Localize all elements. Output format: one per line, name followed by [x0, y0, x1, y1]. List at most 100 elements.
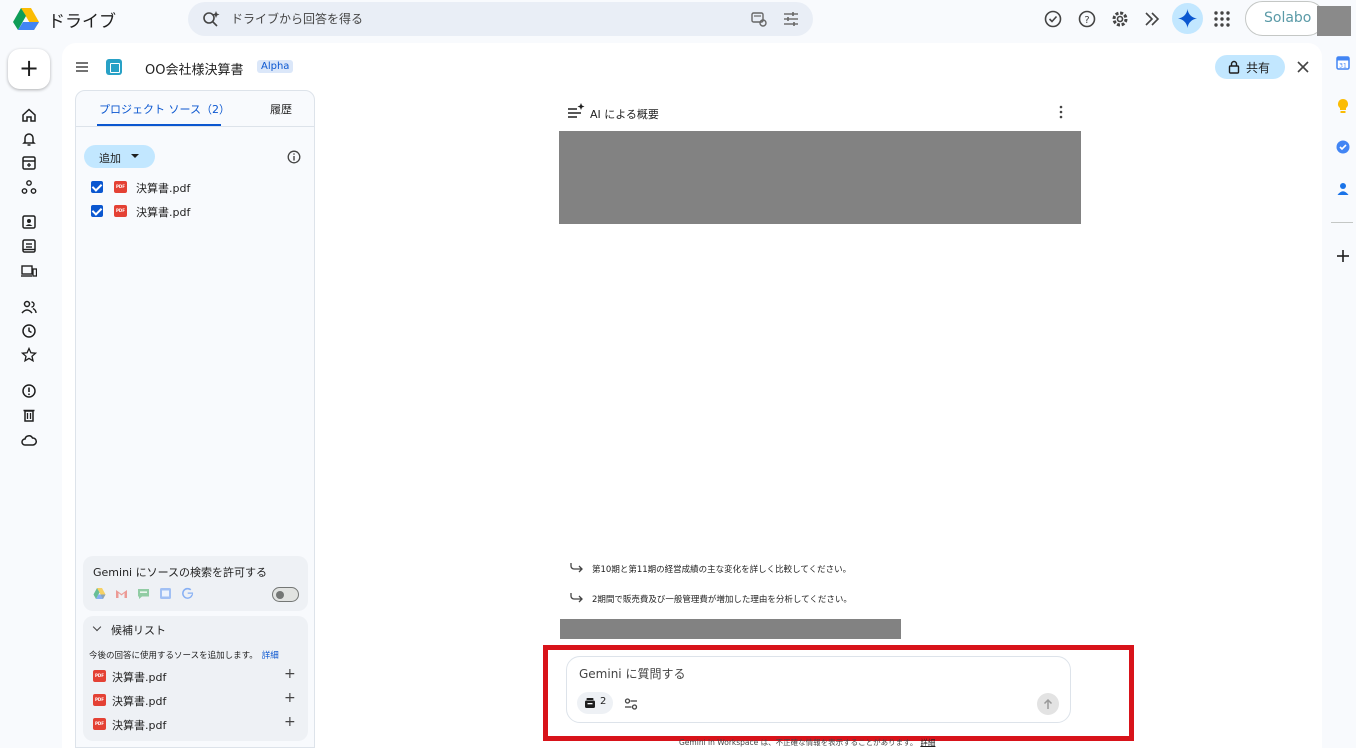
calendar-icon[interactable]: 31 — [1335, 55, 1351, 71]
chat-source-icon — [138, 589, 149, 599]
sources-stack-icon — [585, 698, 595, 708]
pdf-file-icon: PDF — [93, 718, 106, 730]
source-checkbox[interactable] — [91, 181, 103, 193]
disclaimer-text: Gemini in Workspace は、不正確な情報を表示することがあります… — [679, 738, 918, 747]
candidate-name: 決算書.pdf — [112, 695, 167, 708]
candidate-name: 決算書.pdf — [112, 719, 167, 732]
gemini-button[interactable] — [1172, 3, 1203, 34]
spam-icon[interactable] — [21, 383, 37, 399]
disclaimer-details-link[interactable]: 詳細 — [920, 738, 935, 747]
candidate-item: PDF 決算書.pdf + — [90, 690, 300, 708]
source-count: 2 — [600, 696, 607, 707]
pdf-file-icon: PDF — [114, 181, 127, 193]
account-switcher[interactable]: Solabo — [1245, 1, 1325, 36]
candidate-name: 決算書.pdf — [112, 671, 167, 684]
redacted-line — [560, 619, 901, 639]
settings-gear-icon[interactable] — [1110, 9, 1130, 29]
svg-text:?: ? — [1084, 15, 1089, 26]
tab-project-sources[interactable]: プロジェクト ソース（2） — [99, 101, 230, 117]
shared-drives-icon[interactable] — [21, 179, 37, 195]
computers-icon[interactable] — [21, 214, 37, 230]
notifications-bell-icon[interactable] — [21, 131, 37, 147]
my-drive-icon[interactable] — [21, 155, 37, 171]
contacts-icon[interactable] — [1335, 181, 1351, 197]
pdf-file-icon: PDF — [114, 205, 127, 217]
suggestion-text: 2期間で販売費及び一般管理費が増加した理由を分析してください。 — [592, 595, 852, 605]
gemini-star-icon — [1178, 9, 1197, 28]
trash-icon[interactable] — [21, 407, 37, 423]
candidate-details-link[interactable]: 詳細 — [262, 651, 279, 661]
right-rail-divider — [1331, 222, 1353, 223]
ai-summary-icon — [568, 103, 585, 118]
sources-chip[interactable]: 2 — [577, 692, 613, 714]
search-bar[interactable] — [188, 2, 813, 36]
redacted-summary — [559, 131, 1081, 224]
info-icon[interactable] — [287, 150, 301, 164]
pdf-file-icon: PDF — [93, 694, 106, 706]
tab-history[interactable]: 履歴 — [270, 101, 292, 117]
ask-gemini-input[interactable] — [579, 665, 979, 683]
keep-icon[interactable] — [1335, 98, 1351, 114]
share-button[interactable]: 共有 — [1215, 55, 1285, 79]
workspace-icon[interactable] — [21, 238, 37, 254]
tab-divider — [76, 126, 314, 127]
get-addons-plus-icon[interactable] — [1335, 248, 1351, 264]
search-options-icon[interactable] — [750, 10, 768, 28]
arrow-up-icon — [1043, 698, 1053, 709]
disclaimer: Gemini in Workspace は、不正確な情報を表示することがあります… — [679, 737, 935, 748]
close-icon[interactable] — [1296, 60, 1310, 74]
source-name: 決算書.pdf — [136, 206, 191, 219]
tasks-icon[interactable] — [1335, 139, 1351, 155]
candidate-desc-text: 今後の回答に使用するソースを追加します。 — [89, 651, 258, 661]
app-name: ドライブ — [48, 12, 116, 32]
candidate-description: 今後の回答に使用するソースを追加します。 詳細 — [89, 649, 279, 661]
starred-icon[interactable] — [21, 347, 37, 363]
apps-grid-icon[interactable] — [1212, 9, 1232, 29]
add-candidate-plus-icon[interactable]: + — [284, 714, 296, 730]
gmail-source-icon — [116, 590, 127, 598]
filter-icon[interactable] — [782, 10, 800, 28]
google-search-source-icon — [182, 587, 194, 599]
org-logo: Solabo — [1264, 10, 1312, 26]
dropdown-caret-icon — [131, 154, 139, 158]
add-candidate-plus-icon[interactable]: + — [284, 690, 296, 706]
source-name: 決算書.pdf — [136, 182, 191, 195]
search-input[interactable] — [231, 9, 731, 29]
storage-cloud-icon[interactable] — [21, 432, 37, 448]
share-label: 共有 — [1246, 61, 1271, 75]
new-button[interactable]: + — [8, 49, 50, 89]
pdf-file-icon: PDF — [93, 670, 106, 682]
lock-icon — [1228, 60, 1240, 74]
source-checkbox[interactable] — [91, 205, 103, 217]
devices-icon[interactable] — [21, 263, 37, 279]
gemini-search-permission-box: Gemini にソースの検索を許可する — [83, 556, 308, 611]
recent-clock-icon[interactable] — [21, 323, 37, 339]
tools-sliders-icon[interactable] — [624, 697, 638, 711]
candidate-title: 候補リスト — [111, 624, 166, 637]
help-icon[interactable]: ? — [1077, 9, 1097, 29]
drive-logo-icon[interactable] — [12, 6, 40, 32]
candidate-item: PDF 決算書.pdf + — [90, 666, 300, 684]
menu-icon[interactable] — [75, 60, 89, 74]
send-button[interactable] — [1037, 693, 1059, 715]
shared-with-me-icon[interactable] — [21, 299, 37, 315]
gemini-search-toggle[interactable] — [272, 587, 299, 602]
reply-arrow-icon — [570, 563, 583, 573]
more-vert-icon[interactable] — [1058, 105, 1064, 119]
add-source-button[interactable]: 追加 — [84, 145, 155, 168]
project-file-icon — [106, 59, 122, 75]
add-candidate-plus-icon[interactable]: + — [284, 666, 296, 682]
candidate-list-header[interactable]: 候補リスト — [92, 622, 192, 638]
gemini-prompt-box[interactable]: 2 — [566, 656, 1071, 723]
overview-title: AI による概要 — [590, 108, 659, 121]
avatar[interactable] — [1317, 6, 1351, 36]
gemini-search-label: Gemini にソースの検索を許可する — [93, 566, 268, 579]
reply-arrow-icon — [570, 593, 583, 603]
task-check-icon[interactable] — [1043, 9, 1063, 29]
suggestion-text: 第10期と第11期の経営成績の主な変化を詳しく比較してください。 — [592, 565, 852, 575]
drive-source-icon — [93, 588, 106, 599]
add-label: 追加 — [99, 152, 121, 165]
activity-chevrons-icon[interactable] — [1143, 9, 1163, 29]
candidate-item: PDF 決算書.pdf + — [90, 714, 300, 732]
home-icon[interactable] — [21, 107, 37, 123]
